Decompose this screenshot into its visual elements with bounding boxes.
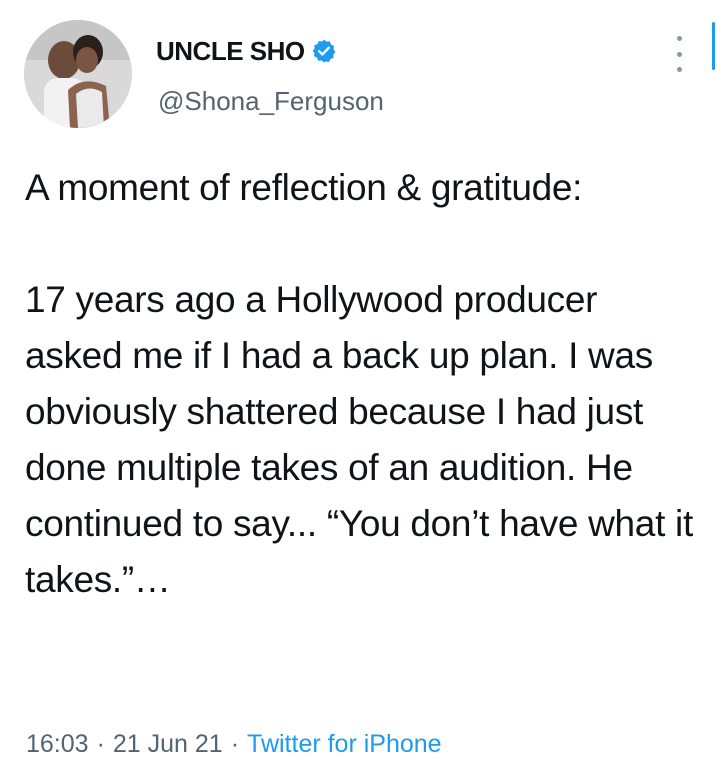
tweet-source-link[interactable]: Twitter for iPhone <box>247 730 442 759</box>
verified-badge-icon <box>311 38 337 64</box>
tweet-meta: 16:03 · 21 Jun 21 · Twitter for iPhone <box>26 730 442 759</box>
tweet-card: UNCLE SHO @Shona_Ferguson A moment of re… <box>0 0 718 779</box>
meta-separator: · <box>230 730 240 758</box>
dot <box>676 67 682 72</box>
dot <box>676 51 682 57</box>
scroll-indicator <box>712 22 715 70</box>
dot <box>676 36 682 41</box>
meta-separator: · <box>96 730 105 758</box>
tweet-time[interactable]: 16:03 <box>26 730 89 759</box>
display-name[interactable]: UNCLE SHO <box>156 36 305 67</box>
author-name-row[interactable]: UNCLE SHO <box>156 34 337 68</box>
tweet-text: A moment of reflection & gratitude: 17 y… <box>25 167 693 600</box>
more-options-icon[interactable] <box>668 36 690 72</box>
avatar[interactable] <box>24 20 132 128</box>
avatar-photo <box>24 20 132 128</box>
author-handle[interactable]: @Shona_Ferguson <box>158 86 384 117</box>
tweet-date[interactable]: 21 Jun 21 <box>113 730 223 759</box>
